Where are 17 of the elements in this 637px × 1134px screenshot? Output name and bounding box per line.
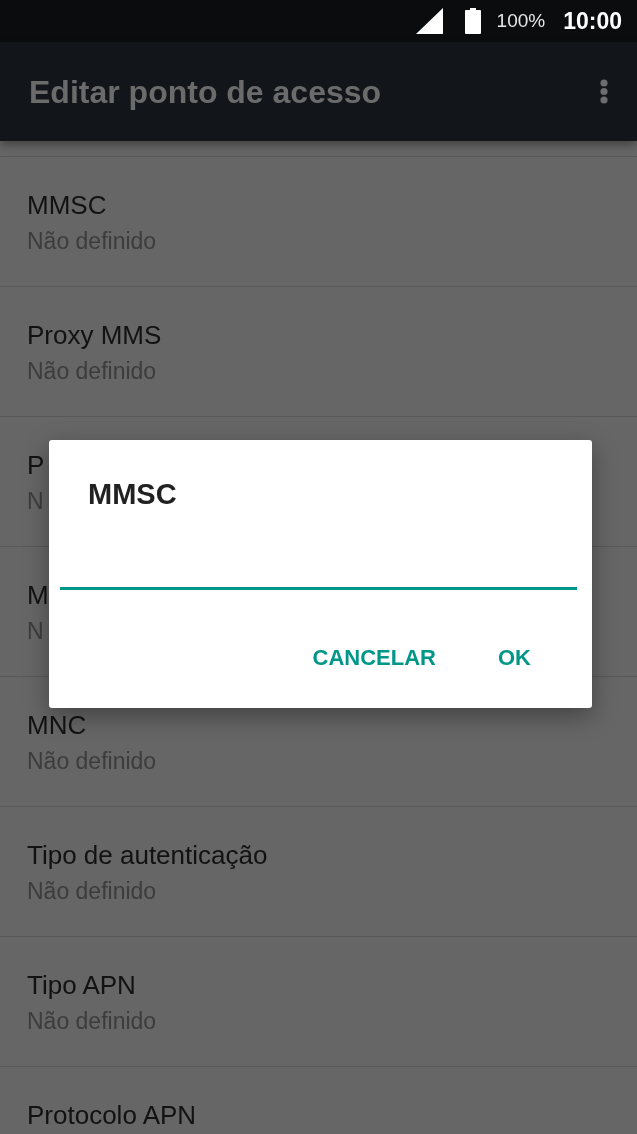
battery-percent: 100% (496, 9, 546, 33)
setting-title: MMSC (27, 190, 107, 220)
setting-title: Protocolo APN (27, 1100, 197, 1130)
setting-title: P (27, 450, 45, 480)
dialog-title: MMSC (87, 477, 177, 512)
overflow-menu-icon[interactable] (600, 79, 608, 104)
screen-title: Editar ponto de acesso (29, 72, 382, 112)
setting-title: M (27, 580, 49, 610)
cancel-button[interactable]: CANCELAR (296, 630, 452, 686)
setting-title: MNC (27, 710, 87, 740)
setting-title: Tipo APN (27, 970, 136, 1000)
battery-icon (464, 8, 481, 34)
signal-icon (415, 8, 443, 34)
clock: 10:00 (563, 7, 622, 35)
setting-title: Proxy MMS (27, 320, 162, 350)
setting-title: Tipo de autenticação (27, 840, 268, 870)
ok-button[interactable]: OK (482, 630, 547, 686)
